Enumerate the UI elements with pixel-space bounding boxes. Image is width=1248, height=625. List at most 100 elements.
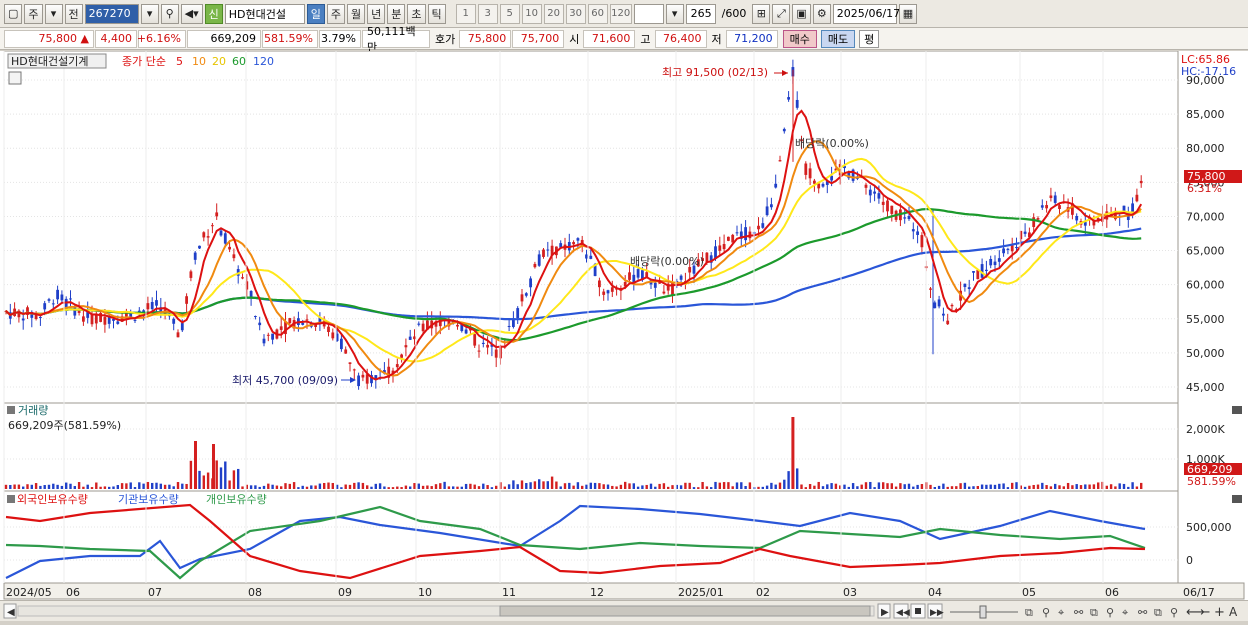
filter-icon[interactable]: ⌖ [1122, 606, 1128, 619]
panel-toggle-icon[interactable] [7, 495, 15, 503]
market-select[interactable]: 주 [24, 3, 43, 24]
tab-year[interactable]: 년 [367, 3, 386, 24]
link-icon[interactable]: ⚯ [1074, 606, 1084, 619]
tab-second[interactable]: 초 [407, 3, 426, 24]
volume-bar [262, 485, 266, 489]
volume-panel[interactable] [3, 402, 1179, 492]
volume-bar [804, 487, 807, 489]
volume-bar [585, 484, 588, 489]
tab-day[interactable]: 일 [306, 3, 325, 24]
candle-body [778, 160, 782, 162]
copy-icon[interactable]: ⧉ [1090, 606, 1098, 619]
volume-bar [821, 486, 825, 489]
interval-custom-input[interactable] [633, 3, 664, 24]
layout-icon[interactable]: ⧉ [1025, 606, 1033, 619]
eval-button[interactable]: 평 [859, 29, 880, 48]
volume-bar [447, 486, 451, 489]
volume-bar [52, 483, 55, 489]
chart-type-icon[interactable]: ⚯ [1138, 606, 1148, 619]
interval-3[interactable]: 3 [477, 3, 498, 24]
panel-close-icon[interactable] [1232, 495, 1242, 503]
volume-bar [490, 487, 494, 489]
magnify-icon[interactable]: ⚲ [1170, 606, 1178, 619]
interval-10[interactable]: 10 [521, 3, 542, 24]
search-icon[interactable]: ⚲ [160, 3, 179, 24]
interval-dropdown-icon[interactable]: ▾ [665, 3, 684, 24]
draw-tool-icon[interactable]: ⤢ [772, 3, 791, 24]
volume-bar [168, 484, 171, 489]
zoom-icon[interactable]: ⚲ [1106, 606, 1114, 619]
price-change-pct: +6.16% [137, 29, 186, 48]
candle-body [817, 183, 821, 189]
interval-5[interactable]: 5 [499, 3, 520, 24]
chart-area[interactable]: 90,00085,00080,00075,00070,00065,00060,0… [0, 50, 1248, 601]
panel-toggle-icon[interactable] [7, 406, 15, 414]
date-input[interactable]: 2025/06/17 [832, 3, 900, 24]
zoom-out-icon[interactable]: − [1200, 605, 1211, 620]
volume-bar [108, 486, 111, 489]
scrollbar-thumb[interactable] [499, 605, 871, 617]
panel-close-icon[interactable] [1232, 406, 1242, 414]
tab-minute[interactable]: 분 [387, 3, 406, 24]
search-icon[interactable]: ⚲ [1042, 606, 1050, 619]
price-panel[interactable] [3, 50, 1179, 404]
candle-body [653, 282, 657, 288]
code-dropdown-icon[interactable]: ▾ [140, 3, 159, 24]
tab-tick[interactable]: 틱 [427, 3, 446, 24]
volume-bar [989, 484, 992, 489]
chart-settings-icon[interactable]: ⊞ [752, 3, 771, 24]
export-icon[interactable]: ⧉ [1154, 606, 1162, 619]
market-dropdown-icon[interactable]: ▾ [44, 3, 63, 24]
volume-bar [826, 484, 829, 489]
candle-body [473, 334, 477, 346]
volume-bar [722, 482, 726, 489]
speaker-icon[interactable]: ◀▾ [180, 3, 203, 24]
volume-bar [791, 417, 795, 489]
prev-button[interactable]: 전 [64, 3, 83, 24]
volume-bar [344, 484, 347, 489]
sell-button[interactable]: 매도 [820, 29, 856, 48]
crosshair-icon[interactable]: ⌖ [1058, 606, 1064, 619]
buy-button[interactable]: 매수 [782, 29, 817, 48]
volume-bar [60, 485, 64, 489]
volume-bar [206, 472, 210, 489]
zoom-slider-handle[interactable] [979, 605, 987, 619]
toolbar: ▢ 주 ▾ 전 267270 ▾ ⚲ ◀▾ 신 HD현대건설 일 주 월 년 분… [0, 0, 1248, 28]
zoom-in-icon[interactable]: + [1214, 605, 1225, 620]
candle-body [348, 362, 352, 364]
stock-chart[interactable]: 90,00085,00080,00075,00070,00065,00060,0… [0, 50, 1248, 601]
volume-bar [112, 486, 115, 489]
interval-120[interactable]: 120 [609, 3, 632, 24]
x-tick-label: 12 [590, 586, 604, 599]
count-input[interactable]: 265 [685, 3, 716, 24]
font-size-icon[interactable]: A [1229, 605, 1238, 619]
x-tick-label: 02 [756, 586, 770, 599]
interval-60[interactable]: 60 [587, 3, 608, 24]
tab-month[interactable]: 월 [347, 3, 366, 24]
window-icon[interactable]: ▢ [4, 3, 23, 24]
candle-body [507, 325, 511, 327]
volume-bar [374, 483, 377, 489]
volume-bar [877, 482, 881, 489]
volume-bar [882, 482, 885, 489]
candle-body [813, 180, 816, 184]
calendar-icon[interactable]: ▦ [898, 3, 918, 24]
candle-body [94, 315, 98, 324]
tab-week[interactable]: 주 [326, 3, 346, 24]
volume-pct: 581.59% [262, 29, 318, 48]
table-icon[interactable] [8, 71, 22, 85]
volume-bar [1071, 485, 1074, 489]
interval-20[interactable]: 20 [543, 3, 564, 24]
interval-30[interactable]: 30 [565, 3, 586, 24]
stock-code-input[interactable]: 267270 [84, 3, 139, 24]
candle-body [537, 254, 541, 266]
interval-1[interactable]: 1 [455, 3, 476, 24]
save-icon[interactable]: ▣ [792, 3, 811, 24]
volume-bar [912, 486, 915, 489]
volume-bar [310, 485, 313, 489]
volume-bar [194, 441, 197, 489]
volume-bar [985, 484, 988, 489]
volume-bar [998, 483, 1001, 489]
candle-body [533, 263, 537, 268]
gear-icon[interactable]: ⚙ [812, 3, 831, 24]
